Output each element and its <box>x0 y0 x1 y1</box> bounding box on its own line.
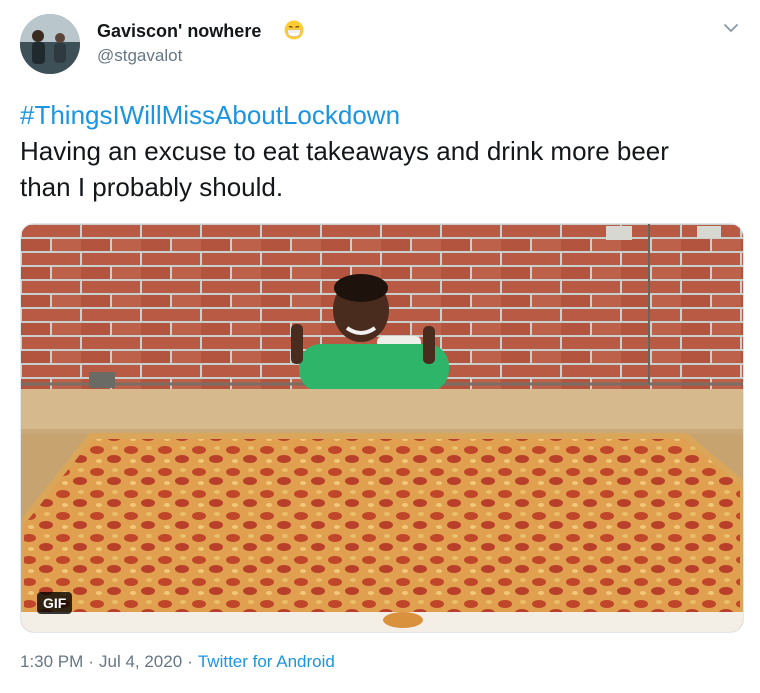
tweet-date[interactable]: Jul 4, 2020 <box>99 652 182 671</box>
avatar[interactable] <box>20 14 80 74</box>
tweet-source-link[interactable]: Twitter for Android <box>198 652 335 671</box>
hashtag-link[interactable]: #ThingsIWillMissAboutLockdown <box>20 97 720 133</box>
face-with-medical-mask-emoji <box>284 20 304 40</box>
photo-media <box>21 224 743 632</box>
display-name[interactable]: Gaviscon' nowhere <box>97 21 261 42</box>
chevron-down-icon[interactable] <box>720 20 742 36</box>
tweet-body: Having an excuse to eat takeaways and dr… <box>20 136 669 202</box>
separator-dot: · <box>187 652 193 671</box>
gif-badge: GIF <box>37 592 73 614</box>
tweet-time[interactable]: 1:30 PM <box>20 652 83 671</box>
separator-dot: · <box>88 652 94 671</box>
user-handle[interactable]: @stgavalot <box>97 46 182 66</box>
tweet-media[interactable]: GIF <box>20 223 744 633</box>
tweet-text: #ThingsIWillMissAboutLockdown Having an … <box>20 97 720 205</box>
tweet-footer: 1:30 PM · Jul 4, 2020 · Twitter for Android <box>20 652 335 672</box>
tweet-card: Gaviscon' nowhere @stgavalot #ThingsIWil… <box>0 0 760 693</box>
